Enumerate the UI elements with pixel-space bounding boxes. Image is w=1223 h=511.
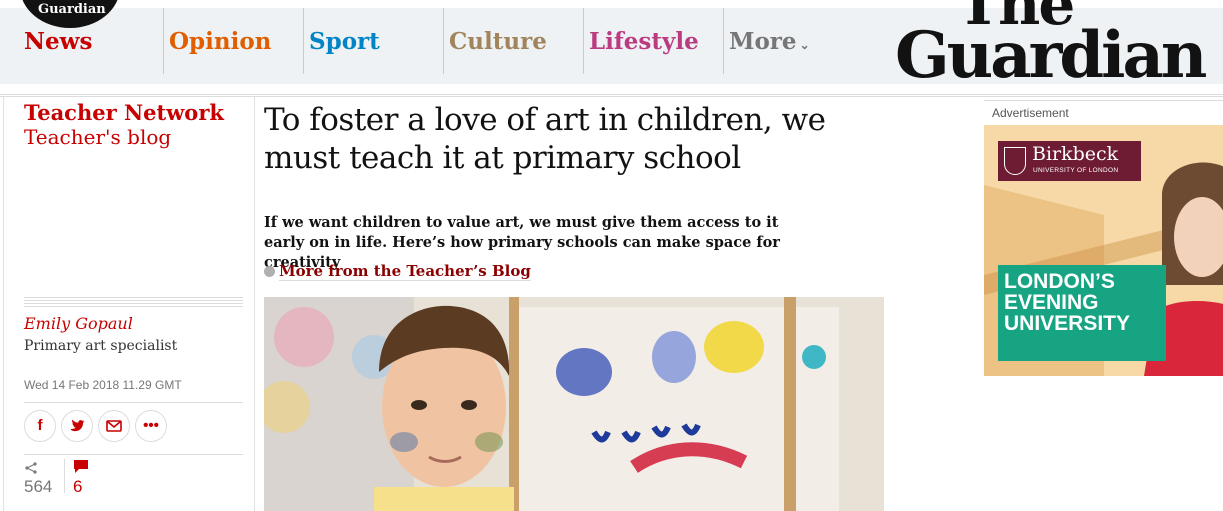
meta-divider (24, 402, 243, 403)
pillar-lifestyle: Lifestyle (583, 8, 724, 74)
meta-divider (24, 454, 243, 455)
comment-count-link[interactable]: 6 (73, 459, 113, 499)
share-facebook-button[interactable]: f (24, 410, 56, 442)
count-separator (64, 459, 65, 493)
facebook-icon: f (37, 417, 43, 434)
ad-headline-line-3: UNIVERSITY (1004, 312, 1131, 335)
nav-more-button[interactable]: More ⌄ (729, 28, 810, 55)
more-from-series-label: More from the Teacher’s Blog (279, 262, 531, 281)
share-twitter-button[interactable] (61, 410, 93, 442)
share-count-value: 564 (24, 477, 53, 496)
byline-rule (24, 300, 243, 301)
email-icon (106, 420, 122, 432)
comment-icon (74, 460, 88, 473)
ad-label: Advertisement (992, 106, 1069, 120)
nav-link-opinion[interactable]: Opinion (169, 28, 271, 55)
hero-image (264, 297, 884, 511)
byline-rule (24, 297, 243, 298)
series-link[interactable]: Teacher's blog (24, 125, 171, 149)
pillar-news: News (0, 8, 163, 74)
nav-link-sport[interactable]: Sport (309, 28, 380, 55)
ad-headline-line-1: LONDON’S (1004, 270, 1115, 293)
ad-headline-box: LONDON’S EVENING UNIVERSITY (998, 265, 1166, 361)
comment-count-value: 6 (73, 477, 83, 496)
section-link[interactable]: Teacher Network (24, 100, 224, 125)
share-email-button[interactable] (98, 410, 130, 442)
advertisement-banner[interactable]: Birkbeck UNIVERSITY OF LONDON LONDON’S E… (984, 125, 1223, 376)
chevron-down-icon: ⌄ (799, 38, 810, 52)
pillar-culture: Culture (443, 8, 584, 74)
ad-brand-sub: UNIVERSITY OF LONDON (1033, 167, 1119, 174)
pillar-sport: Sport (303, 8, 444, 74)
share-icon (25, 462, 37, 474)
pillar-opinion: Opinion (163, 8, 304, 74)
article-headline: To foster a love of art in children, we … (264, 102, 826, 176)
more-from-series-link[interactable]: More from the Teacher’s Blog (264, 261, 531, 281)
more-dots-icon: ••• (143, 417, 159, 434)
author-bio: Primary art specialist (24, 338, 178, 354)
ad-brand: Birkbeck (1032, 143, 1119, 165)
logo-line-2: Guardian (895, 18, 1207, 92)
ad-headline-line-2: EVENING (1004, 291, 1099, 314)
author-link[interactable]: Emily Gopaul (24, 314, 133, 333)
ad-top-rule (984, 100, 1223, 101)
header-divider (0, 94, 1223, 95)
byline-rule (24, 306, 243, 307)
nav-more-label: More (729, 28, 797, 55)
birkbeck-crest-icon (1004, 147, 1026, 175)
hero-photo-child-painting (264, 297, 884, 511)
article-meta-column: Teacher Network Teacher's blog Emily Gop… (0, 97, 255, 511)
guardian-logo[interactable]: The Guardian (889, 0, 1209, 92)
nav-link-news[interactable]: News (24, 28, 92, 55)
twitter-icon (71, 419, 85, 432)
share-more-button[interactable]: ••• (135, 410, 167, 442)
share-count: 564 (24, 459, 64, 499)
nav-link-culture[interactable]: Culture (449, 28, 547, 55)
series-dot-icon (264, 266, 275, 277)
nav-link-lifestyle[interactable]: Lifestyle (589, 28, 699, 55)
publish-date: Wed 14 Feb 2018 11.29 GMT (24, 378, 182, 392)
byline-rule (24, 303, 243, 304)
birkbeck-logo-box: Birkbeck UNIVERSITY OF LONDON (998, 141, 1141, 181)
pillar-more: More ⌄ (723, 8, 844, 74)
